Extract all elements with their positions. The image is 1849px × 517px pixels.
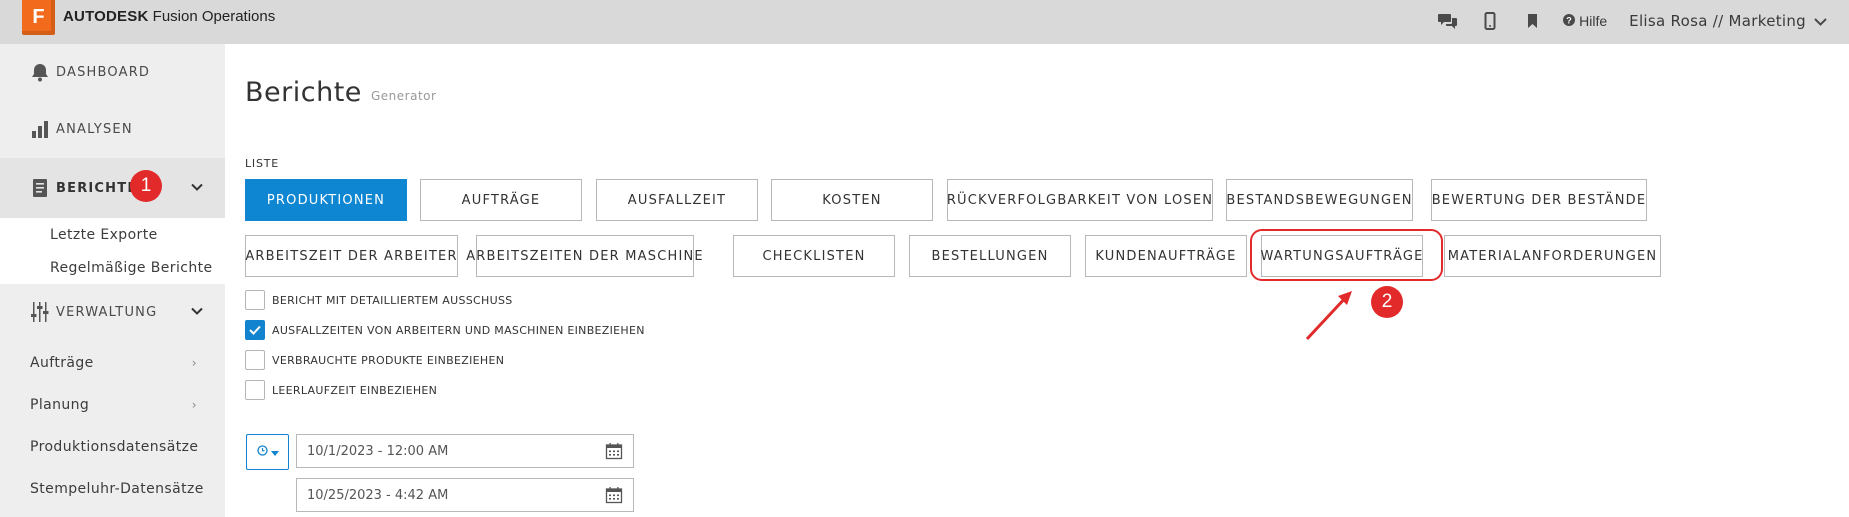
bookmark-icon[interactable] (1521, 10, 1543, 32)
report-button-ausfallzeit[interactable]: AUSFALLZEIT (596, 179, 758, 221)
svg-text:?: ? (1566, 16, 1572, 26)
sidebar-item-planung[interactable]: Planung › (0, 384, 225, 426)
chevron-down-icon (1814, 12, 1827, 30)
report-button-arbeitszeiten-maschine[interactable]: ARBEITSZEITEN DER MASCHINE (466, 235, 703, 277)
report-button-bewertung-bestaende[interactable]: BEWERTUNG DER BESTÄNDE (1431, 179, 1647, 221)
logo-letter: F (32, 6, 45, 28)
checkbox[interactable] (245, 350, 265, 370)
checkbox-label: VERBRAUCHTE PRODUKTE EINBEZIEHEN (272, 353, 505, 367)
bar-chart-icon (30, 118, 52, 140)
sidebar-item-stempeluhr[interactable]: Stempeluhr-Datensätze (0, 468, 225, 510)
checkbox-label: LEERLAUFZEIT EINBEZIEHEN (272, 383, 438, 397)
report-button-bestellungen[interactable]: BESTELLUNGEN (909, 235, 1071, 277)
sidebar-item-dashboard[interactable]: DASHBOARD (0, 44, 225, 100)
page-title: Berichte (245, 77, 362, 108)
sidebar-item-label: ANALYSEN (56, 121, 133, 137)
berichte-submenu: Letzte Exporte Regelmäßige Berichte (0, 218, 225, 284)
sidebar-item-produktionsdatensaetze[interactable]: Produktionsdatensätze (0, 426, 225, 468)
fusion-logo[interactable]: F (22, 0, 55, 35)
main-content: Berichte Generator LISTE PRODUKTIONEN AU… (225, 44, 1849, 517)
option-verbrauchte-produkte[interactable]: VERBRAUCHTE PRODUKTE EINBEZIEHEN (245, 350, 504, 370)
checkbox[interactable] (245, 290, 265, 310)
checkbox[interactable] (245, 380, 265, 400)
checkbox-label: BERICHT MIT DETAILLIERTEM AUSSCHUSS (272, 293, 513, 307)
help-label: Hilfe (1579, 13, 1608, 29)
report-button-arbeitszeit-arbeiter[interactable]: ARBEITSZEIT DER ARBEITER (245, 235, 458, 277)
checkbox-checked[interactable] (245, 320, 265, 340)
top-right-tools: ? Hilfe Elisa Rosa // Marketing (1437, 10, 1827, 32)
brand-rest: Fusion Operations (148, 8, 276, 25)
calendar-icon[interactable] (605, 486, 623, 508)
date-to-field[interactable]: 10/25/2023 - 4:42 AM (296, 478, 634, 512)
sidebar-item-label: BERICHTE (56, 180, 138, 196)
annotation-badge-2: 2 (1371, 286, 1403, 318)
sidebar-item-berichte[interactable]: BERICHTE (0, 158, 225, 218)
page-subtitle: Generator (371, 89, 437, 103)
report-button-produktionen[interactable]: PRODUKTIONEN (245, 179, 407, 221)
report-button-auftraege[interactable]: AUFTRÄGE (420, 179, 582, 221)
sidebar-item-auftraege[interactable]: Aufträge › (0, 342, 225, 384)
report-button-checklisten[interactable]: CHECKLISTEN (733, 235, 895, 277)
option-detail-ausschuss[interactable]: BERICHT MIT DETAILLIERTEM AUSSCHUSS (245, 290, 513, 310)
user-menu[interactable]: Elisa Rosa // Marketing (1629, 12, 1827, 30)
sidebar-item-label: Planung (30, 397, 90, 413)
calendar-icon[interactable] (605, 442, 623, 464)
brand-name: AUTODESK Fusion Operations (63, 8, 275, 25)
mobile-icon[interactable] (1479, 10, 1501, 32)
sidebar-item-label: DASHBOARD (56, 64, 151, 80)
user-label: Elisa Rosa // Marketing (1629, 12, 1806, 30)
chat-icon[interactable] (1437, 10, 1459, 32)
check-icon (249, 325, 261, 335)
sidebar-item-label: VERWALTUNG (56, 304, 158, 320)
list-label: LISTE (245, 157, 280, 170)
caret-down-icon (270, 446, 279, 459)
annotation-badge-1: 1 (130, 170, 162, 202)
sidebar-item-analysen[interactable]: ANALYSEN (0, 101, 225, 157)
report-icon (30, 177, 52, 199)
brand-bold: AUTODESK (63, 8, 149, 25)
chevron-down-icon (191, 305, 203, 320)
help-icon: ? (1563, 13, 1576, 29)
help-link[interactable]: ? Hilfe (1563, 13, 1607, 29)
chevron-right-icon: › (191, 356, 197, 370)
report-button-kundenauftraege[interactable]: KUNDENAUFTRÄGE (1085, 235, 1247, 277)
chevron-right-icon: › (191, 398, 197, 412)
sidebar-item-label: Aufträge (30, 355, 94, 371)
sidebar: DASHBOARD ANALYSEN BERICHTE Letzte Expor… (0, 44, 225, 517)
option-ausfallzeiten[interactable]: AUSFALLZEITEN VON ARBEITERN UND MASCHINE… (245, 320, 645, 340)
date-from-value: 10/1/2023 - 12:00 AM (307, 443, 449, 459)
report-button-materialanforderungen[interactable]: MATERIALANFORDERUNGEN (1444, 235, 1661, 277)
sidebar-subitem-regelmaessige-berichte[interactable]: Regelmäßige Berichte (0, 251, 225, 284)
option-leerlaufzeit[interactable]: LEERLAUFZEIT EINBEZIEHEN (245, 380, 437, 400)
top-bar: F AUTODESK Fusion Operations ? Hilfe Eli… (0, 0, 1849, 44)
sidebar-item-label: Stempeluhr-Datensätze (30, 481, 204, 497)
annotation-highlight-box (1250, 229, 1443, 281)
report-button-bestandsbewegungen[interactable]: BESTANDSBEWEGUNGEN (1226, 179, 1413, 221)
checkbox-label: AUSFALLZEITEN VON ARBEITERN UND MASCHINE… (272, 323, 645, 337)
clock-icon (256, 445, 268, 459)
chevron-down-icon (191, 181, 203, 196)
date-to-value: 10/25/2023 - 4:42 AM (307, 487, 449, 503)
report-button-rueckverfolgbarkeit[interactable]: RÜCKVERFOLGBARKEIT VON LOSEN (947, 179, 1213, 221)
date-from-field[interactable]: 10/1/2023 - 12:00 AM (296, 434, 634, 468)
sidebar-item-verwaltung[interactable]: VERWALTUNG (0, 282, 225, 342)
annotation-arrow-icon (1305, 291, 1352, 341)
sidebar-item-label: Produktionsdatensätze (30, 439, 199, 455)
sliders-icon (30, 301, 52, 323)
time-range-dropdown[interactable] (246, 434, 289, 470)
sidebar-subitem-letzte-exporte[interactable]: Letzte Exporte (0, 218, 225, 251)
bell-icon (30, 61, 52, 83)
report-button-kosten[interactable]: KOSTEN (771, 179, 933, 221)
